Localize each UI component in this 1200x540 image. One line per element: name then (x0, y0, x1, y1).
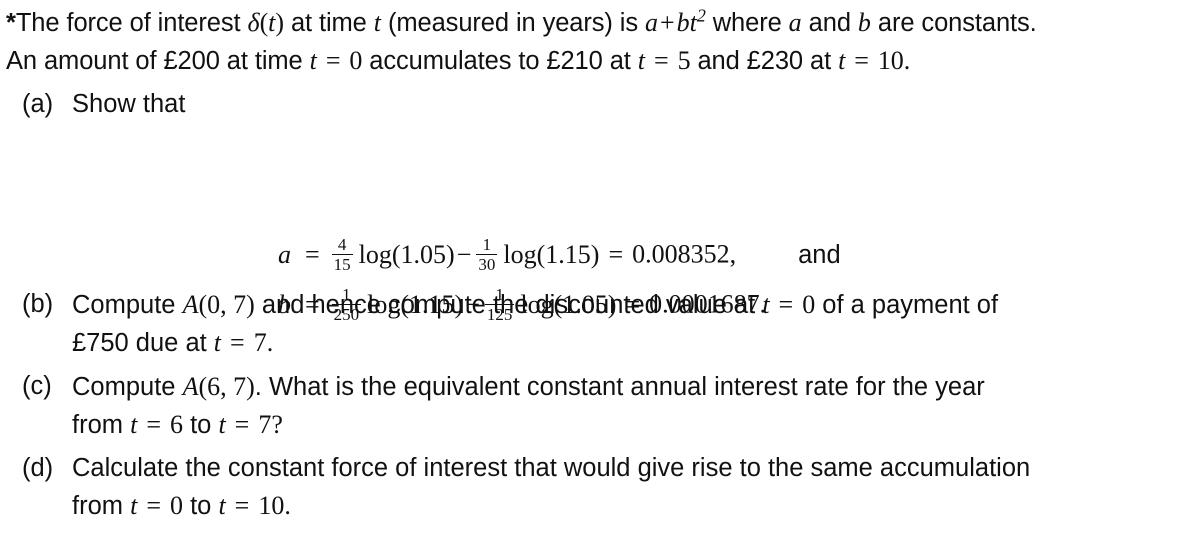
document-page: *The force of interest δ( t) at time t (m… (0, 0, 1200, 540)
period-1: . (903, 46, 911, 75)
part-c-text-3: from (72, 411, 131, 439)
equals-sign-7: = (234, 410, 250, 439)
variable-t-7: t (762, 290, 770, 319)
part-b-label: (b) (22, 290, 54, 318)
value-zero-2: 0 (802, 290, 816, 319)
variable-t-3: t (689, 8, 697, 37)
equals-sign-6: = (146, 410, 161, 439)
paren-close: ) (275, 8, 284, 37)
part-c-text-2: . What is the equivalent constant annual… (254, 373, 985, 401)
variable-b: b (676, 8, 690, 37)
fraction-denominator: 30 (478, 255, 496, 275)
part-b-text: Compute A(0, 7) and hence compute the di… (72, 290, 1200, 362)
variable-a-2: a (788, 8, 802, 37)
value-zero: 0 (349, 46, 363, 75)
part-d-text-2: from (72, 492, 131, 520)
variable-t-2: t (373, 8, 381, 37)
stem-text-3: (measured in years) is (380, 9, 646, 37)
conjunction-and: and (798, 240, 841, 269)
log-term-1: log(1.05) (358, 239, 455, 269)
part-d-text-1: Calculate the constant force of interest… (72, 454, 1031, 482)
part-c-label: (c) (22, 372, 52, 400)
variable-t-4: t (309, 46, 317, 75)
log-term-2: log(1.15) (503, 239, 600, 269)
part-a: (a) Show that a = 4 15 log(1.05)− 1 30 log(1.15… (0, 86, 1200, 324)
part-a-label: (a) (22, 90, 54, 118)
equals-sign-9: = (234, 491, 250, 520)
value-six: 6 (170, 410, 183, 439)
part-b-text-4: £750 due at (72, 329, 214, 357)
stem-text-6: An amount of £200 at time (6, 47, 310, 75)
fraction-numerator: 1 (482, 235, 492, 254)
equals-sign-3: = (854, 46, 869, 75)
part-d-text: Calculate the constant force of interest… (72, 454, 1200, 525)
part-c-text-4: to (183, 411, 219, 439)
fraction-numerator: 4 (337, 235, 347, 254)
function-A-args-1: (0, 7) (198, 290, 255, 319)
part-c-text: Compute A(6, 7). What is the equivalent … (72, 372, 1200, 444)
question-stem: *The force of interest δ( t) at time t (m… (6, 4, 1196, 80)
value-ten: 10 (877, 46, 904, 75)
function-A-args-2: (6, 7) (198, 372, 255, 401)
period-2: . (266, 328, 274, 357)
period-3: . (284, 491, 291, 520)
fraction-1-30: 1 30 (476, 235, 498, 275)
part-b-text-1: Compute (72, 291, 183, 319)
stem-text-5: are constants. (870, 9, 1037, 37)
stem-text-1: The force of interest (15, 9, 248, 37)
part-d-text-3: to (183, 492, 219, 520)
equation-a-lhs: a (278, 239, 291, 269)
question-mark: ? (271, 410, 283, 439)
value-seven-2: 7 (258, 410, 272, 439)
stem-text-7: accumulates to £210 at (362, 47, 638, 75)
exponent-two: 2 (696, 5, 706, 26)
stem-line-1: *The force of interest δ( t) at time t (m… (6, 4, 1196, 42)
stem-text-8: and £230 at (690, 47, 839, 75)
part-d-line-2: from t = 0 to t = 10. (72, 487, 1200, 525)
part-a-text: Show that (72, 90, 186, 118)
minus-operator-1: − (456, 239, 472, 269)
variable-t-10: t (218, 410, 226, 439)
equation-a: a = 4 15 log(1.05)− 1 30 log(1.15) = 0.008352, and (0, 236, 1200, 286)
part-b-text-3: of a payment of (815, 291, 999, 319)
part-c-line-2: from t = 6 to t = 7? (72, 406, 1200, 444)
fraction-4-15: 4 15 (331, 235, 353, 275)
bullet-star-marker: * (6, 9, 16, 37)
part-b-text-2: and hence compute the discounted value a… (254, 291, 763, 319)
function-A-1: A (182, 290, 199, 319)
part-c-text-1: Compute (72, 373, 183, 401)
equals-sign-4: = (778, 290, 794, 319)
part-b: (b) Compute A(0, 7) and hence compute th… (0, 286, 1200, 362)
part-c: (c) Compute A(6, 7). What is the equival… (0, 368, 1200, 444)
delta-symbol: δ (247, 8, 260, 37)
plus-operator: + (660, 8, 675, 37)
fraction-denominator: 15 (333, 255, 351, 275)
equals-sign-1: = (325, 46, 341, 75)
stem-text-4: where (705, 9, 789, 37)
equals-sign-5: = (230, 328, 245, 357)
value-seven: 7 (253, 328, 267, 357)
variable-t-12: t (218, 491, 226, 520)
equation-a-equals-2: = (608, 239, 624, 269)
variable-a: a (645, 8, 659, 37)
function-A-2: A (182, 372, 199, 401)
value-zero-3: 0 (170, 491, 183, 520)
variable-b-2: b (857, 8, 871, 37)
value-ten-2: 10 (258, 491, 285, 520)
equals-sign-8: = (146, 491, 161, 520)
variable-t-8: t (213, 328, 222, 357)
equation-a-value: 0.008352, (632, 239, 737, 269)
stem-line-2: An amount of £200 at time t = 0 accumulate… (6, 42, 1196, 80)
part-b-line-2: £750 due at t = 7. (72, 324, 1200, 362)
part-d-label: (d) (22, 454, 54, 482)
variable-t-5: t (637, 46, 645, 75)
value-five: 5 (677, 46, 691, 75)
paren-open: ( (259, 8, 269, 37)
stem-text-2: at time (283, 9, 374, 37)
equation-a-equals: = (305, 239, 320, 269)
stem-text-and: and (801, 9, 858, 37)
equals-sign-2: = (653, 46, 669, 75)
part-d: (d) Calculate the constant force of inte… (0, 450, 1200, 525)
